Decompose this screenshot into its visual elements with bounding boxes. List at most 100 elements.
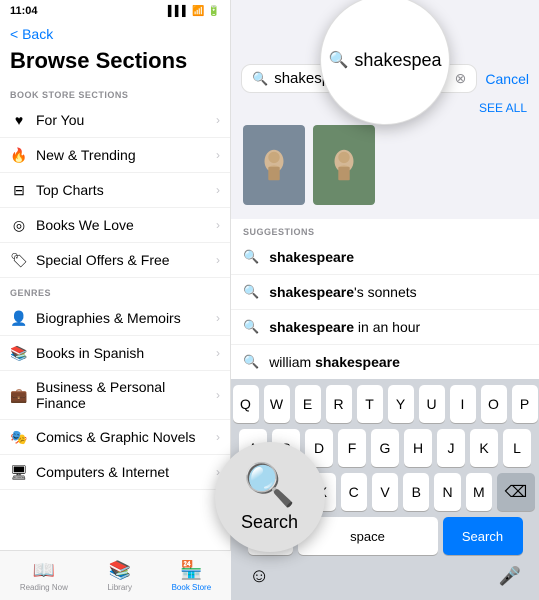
library-label: Library — [107, 583, 131, 592]
suggestion-search-icon-1: 🔍 — [243, 249, 259, 265]
key-e[interactable]: E — [295, 385, 321, 423]
suggestion-search-icon-3: 🔍 — [243, 319, 259, 335]
menu-item-comics[interactable]: 🎭 Comics & Graphic Novels › — [0, 420, 230, 455]
suggestion-text-4: william shakespeare — [269, 354, 400, 370]
books-spanish-label: Books in Spanish — [36, 345, 216, 361]
key-f[interactable]: F — [338, 429, 366, 467]
charts-icon: ⊟ — [10, 181, 28, 199]
book-cover-svg-2 — [325, 146, 363, 184]
key-v[interactable]: V — [372, 473, 398, 511]
book-thumb-1[interactable] — [243, 125, 305, 205]
left-panel: 11:04 ▌▌▌ 📶 🔋 < Back Browse Sections BOO… — [0, 0, 231, 600]
key-i[interactable]: I — [450, 385, 476, 423]
page-title: Browse Sections — [0, 46, 230, 80]
key-space[interactable]: space — [298, 517, 438, 555]
book-results — [231, 119, 539, 211]
key-y[interactable]: Y — [388, 385, 414, 423]
tab-book-store[interactable]: 🏪 Book Store — [172, 560, 212, 592]
suggestion-item-4[interactable]: 🔍 william shakespeare — [231, 345, 539, 380]
genres-header: GENRES — [0, 278, 230, 301]
suggestions-header: SUGGESTIONS — [231, 219, 539, 240]
chevron-icon: › — [216, 113, 220, 127]
key-p[interactable]: P — [512, 385, 538, 423]
search-magnify-inner: 🔍 shakespea — [321, 50, 450, 71]
menu-item-business[interactable]: 💼 Business & Personal Finance › — [0, 371, 230, 420]
suggestion-search-icon-2: 🔍 — [243, 284, 259, 300]
status-icons: ▌▌▌ 📶 🔋 — [168, 6, 220, 17]
key-t[interactable]: T — [357, 385, 383, 423]
library-icon: 📚 — [109, 560, 131, 581]
book-thumb-2[interactable] — [313, 125, 375, 205]
menu-item-for-you[interactable]: ♥ For You › — [0, 103, 230, 138]
search-magnify-icon: 🔍 — [329, 50, 349, 70]
menu-item-special-offers[interactable]: 🏷 Special Offers & Free › — [0, 243, 230, 278]
menu-item-new-trending[interactable]: 🔥 New & Trending › — [0, 138, 230, 173]
search-clear-button[interactable]: ⊗ — [455, 70, 467, 87]
suggestion-search-icon-4: 🔍 — [243, 354, 259, 370]
menu-item-books-spanish[interactable]: 📚 Books in Spanish › — [0, 336, 230, 371]
menu-item-books-we-love[interactable]: ◎ Books We Love › — [0, 208, 230, 243]
menu-item-biographies[interactable]: 👤 Biographies & Memoirs › — [0, 301, 230, 336]
heart-icon: ♥ — [10, 111, 28, 129]
status-bar: 11:04 ▌▌▌ 📶 🔋 — [0, 0, 230, 22]
for-you-label: For You — [36, 112, 216, 128]
suggestion-text-2: shakespeare's sonnets — [269, 284, 416, 300]
menu-content: BOOK STORE SECTIONS ♥ For You › 🔥 New & … — [0, 80, 230, 600]
key-o[interactable]: O — [481, 385, 507, 423]
key-u[interactable]: U — [419, 385, 445, 423]
search-circle-label: Search — [241, 512, 298, 533]
genres-section: GENRES 👤 Biographies & Memoirs › 📚 Books… — [0, 278, 230, 490]
books-icon: 📚 — [10, 344, 28, 362]
key-backspace[interactable]: ⌫ — [497, 473, 535, 511]
special-offers-label: Special Offers & Free — [36, 252, 216, 268]
sections-header: BOOK STORE SECTIONS — [0, 80, 230, 103]
key-j[interactable]: J — [437, 429, 465, 467]
key-m[interactable]: M — [466, 473, 492, 511]
key-q[interactable]: Q — [233, 385, 259, 423]
mic-button[interactable]: 🎤 — [489, 562, 531, 591]
reading-now-label: Reading Now — [20, 583, 68, 592]
fire-icon: 🔥 — [10, 146, 28, 164]
suggestion-item-3[interactable]: 🔍 shakespeare in an hour — [231, 310, 539, 345]
key-l[interactable]: L — [503, 429, 531, 467]
person-icon: 👤 — [10, 309, 28, 327]
key-n[interactable]: N — [434, 473, 460, 511]
mask-icon: 🎭 — [10, 428, 28, 446]
search-bar-zoom-circle: 🔍 shakespea — [320, 0, 450, 125]
key-search[interactable]: Search — [443, 517, 523, 555]
back-button[interactable]: < Back — [0, 22, 230, 46]
suggestion-item-2[interactable]: 🔍 shakespeare's sonnets — [231, 275, 539, 310]
book-store-sections: BOOK STORE SECTIONS ♥ For You › 🔥 New & … — [0, 80, 230, 278]
tab-reading-now[interactable]: 📖 Reading Now — [20, 560, 68, 592]
key-b[interactable]: B — [403, 473, 429, 511]
star-icon: ◎ — [10, 216, 28, 234]
menu-item-computers[interactable]: 🖥 Computers & Internet › — [0, 455, 230, 490]
suggestion-text-3: shakespeare in an hour — [269, 319, 420, 335]
see-all-button[interactable]: SEE ALL — [479, 101, 527, 115]
suggestions-section: SUGGESTIONS 🔍 shakespeare 🔍 shakespeare'… — [231, 219, 539, 380]
computers-label: Computers & Internet — [36, 464, 216, 480]
big-search-icon: 🔍 — [243, 461, 295, 510]
business-label: Business & Personal Finance — [36, 379, 216, 411]
chevron-icon: › — [216, 311, 220, 325]
keyboard-bottom-row: ☺ 🎤 — [235, 561, 535, 592]
key-r[interactable]: R — [326, 385, 352, 423]
search-input-icon: 🔍 — [252, 71, 268, 87]
chevron-icon: › — [216, 253, 220, 267]
tag-icon: 🏷 — [10, 251, 28, 269]
key-w[interactable]: W — [264, 385, 290, 423]
tab-bar: 📖 Reading Now 📚 Library 🏪 Book Store — [0, 550, 231, 600]
key-k[interactable]: K — [470, 429, 498, 467]
signal-icon: ▌▌▌ — [168, 6, 189, 17]
chevron-icon: › — [216, 388, 220, 402]
search-magnify-circle: 🔍 Search — [215, 442, 325, 552]
cancel-button[interactable]: Cancel — [485, 71, 529, 87]
battery-icon: 🔋 — [208, 6, 220, 17]
tab-library[interactable]: 📚 Library — [107, 560, 131, 592]
emoji-button[interactable]: ☺ — [239, 561, 279, 592]
key-h[interactable]: H — [404, 429, 432, 467]
key-g[interactable]: G — [371, 429, 399, 467]
menu-item-top-charts[interactable]: ⊟ Top Charts › — [0, 173, 230, 208]
suggestion-item-1[interactable]: 🔍 shakespeare — [231, 240, 539, 275]
key-c[interactable]: C — [341, 473, 367, 511]
